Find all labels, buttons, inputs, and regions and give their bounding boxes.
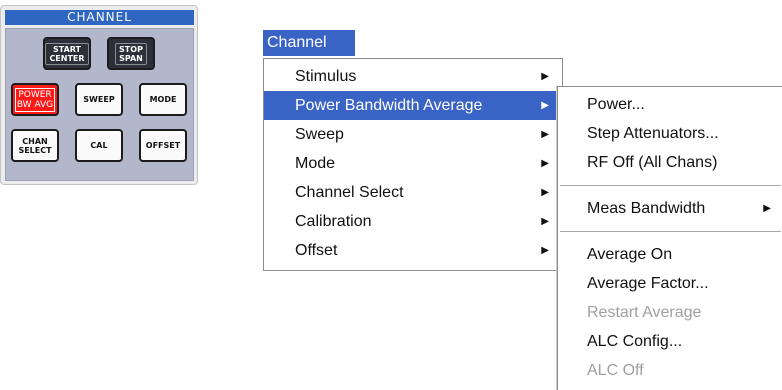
cal-key[interactable]: CAL (75, 129, 123, 162)
menu-item-alc-config[interactable]: ALC Config... (558, 327, 782, 356)
chan-select-key-label: CHAN SELECT (18, 136, 52, 155)
submenu-arrow-icon: ▶ (541, 129, 549, 140)
power-bw-avg-key-label: POWER BW AVG (14, 87, 56, 112)
menu-separator (560, 185, 781, 186)
menu-item-label: Average On (587, 246, 673, 263)
menu-item-label: Average Factor... (587, 275, 709, 292)
menu-item-mode[interactable]: Mode ▶ (264, 149, 562, 178)
mode-key[interactable]: MODE (139, 83, 187, 116)
menu-item-sweep[interactable]: Sweep ▶ (264, 120, 562, 149)
menu-item-label: Restart Average (587, 304, 702, 321)
submenu-arrow-icon: ▶ (541, 245, 549, 256)
power-bw-avg-key[interactable]: POWER BW AVG (11, 83, 59, 116)
menu-item-meas-bandwidth[interactable]: Meas Bandwidth ▶ (558, 194, 782, 223)
menu-item-label: Power... (587, 96, 645, 113)
stop-span-key[interactable]: STOP SPAN (107, 37, 155, 70)
menu-item-label: RF Off (All Chans) (587, 154, 718, 171)
menu-item-label: ALC Off (587, 362, 644, 379)
power-bandwidth-average-submenu: Power... Step Attenuators... RF Off (All… (557, 86, 782, 390)
menu-item-stimulus[interactable]: Stimulus ▶ (264, 62, 562, 91)
menu-item-label: Mode (295, 155, 336, 172)
menu-item-label: Meas Bandwidth (587, 200, 706, 217)
submenu-arrow-icon: ▶ (541, 216, 549, 227)
stop-span-key-label: STOP SPAN (115, 42, 147, 65)
menu-item-label: Sweep (295, 126, 344, 143)
menu-item-offset[interactable]: Offset ▶ (264, 236, 562, 265)
menu-item-power[interactable]: Power... (558, 90, 782, 119)
submenu-arrow-icon: ▶ (763, 203, 771, 214)
submenu-arrow-icon: ▶ (541, 158, 549, 169)
start-center-key-label: START CENTER (45, 42, 89, 65)
chan-select-key[interactable]: CHAN SELECT (11, 129, 59, 162)
hardkey-grid: START CENTER STOP SPAN POWER BW AVG SWEE… (5, 28, 194, 181)
menubar-channel[interactable]: Channel (263, 30, 355, 56)
menu-item-calibration[interactable]: Calibration ▶ (264, 207, 562, 236)
cal-key-label: CAL (90, 141, 108, 150)
submenu-arrow-icon: ▶ (541, 187, 549, 198)
menu-item-label: Channel Select (295, 184, 404, 201)
menu-item-channel-select[interactable]: Channel Select ▶ (264, 178, 562, 207)
menu-separator (560, 231, 781, 232)
panel-title: CHANNEL (5, 10, 194, 25)
menu-item-label: Step Attenuators... (587, 125, 719, 142)
menu-item-label: Offset (295, 242, 338, 259)
menu-item-label: Stimulus (295, 68, 357, 85)
menu-item-power-bandwidth-average[interactable]: Power Bandwidth Average ▶ (264, 91, 562, 120)
sweep-key[interactable]: SWEEP (75, 83, 123, 116)
offset-key-label: OFFSET (145, 141, 181, 150)
menu-item-label: ALC Config... (587, 333, 683, 350)
menu-item-average-factor[interactable]: Average Factor... (558, 269, 782, 298)
menu-item-alc-off: ALC Off (558, 356, 782, 385)
channel-menu: Stimulus ▶ Power Bandwidth Average ▶ Swe… (263, 58, 563, 271)
menu-item-label: Calibration (295, 213, 372, 230)
submenu-arrow-icon: ▶ (541, 100, 549, 111)
menu-item-restart-average: Restart Average (558, 298, 782, 327)
menu-item-average-on[interactable]: Average On (558, 240, 782, 269)
sweep-key-label: SWEEP (83, 95, 115, 104)
start-center-key[interactable]: START CENTER (43, 37, 91, 70)
submenu-arrow-icon: ▶ (541, 71, 549, 82)
menu-item-label: Power Bandwidth Average (295, 97, 483, 114)
menu-item-step-attenuators[interactable]: Step Attenuators... (558, 119, 782, 148)
channel-hardkey-panel: CHANNEL START CENTER STOP SPAN POWER BW … (0, 5, 198, 185)
menu-item-rf-off[interactable]: RF Off (All Chans) (558, 148, 782, 177)
mode-key-label: MODE (149, 95, 177, 104)
offset-key[interactable]: OFFSET (139, 129, 187, 162)
